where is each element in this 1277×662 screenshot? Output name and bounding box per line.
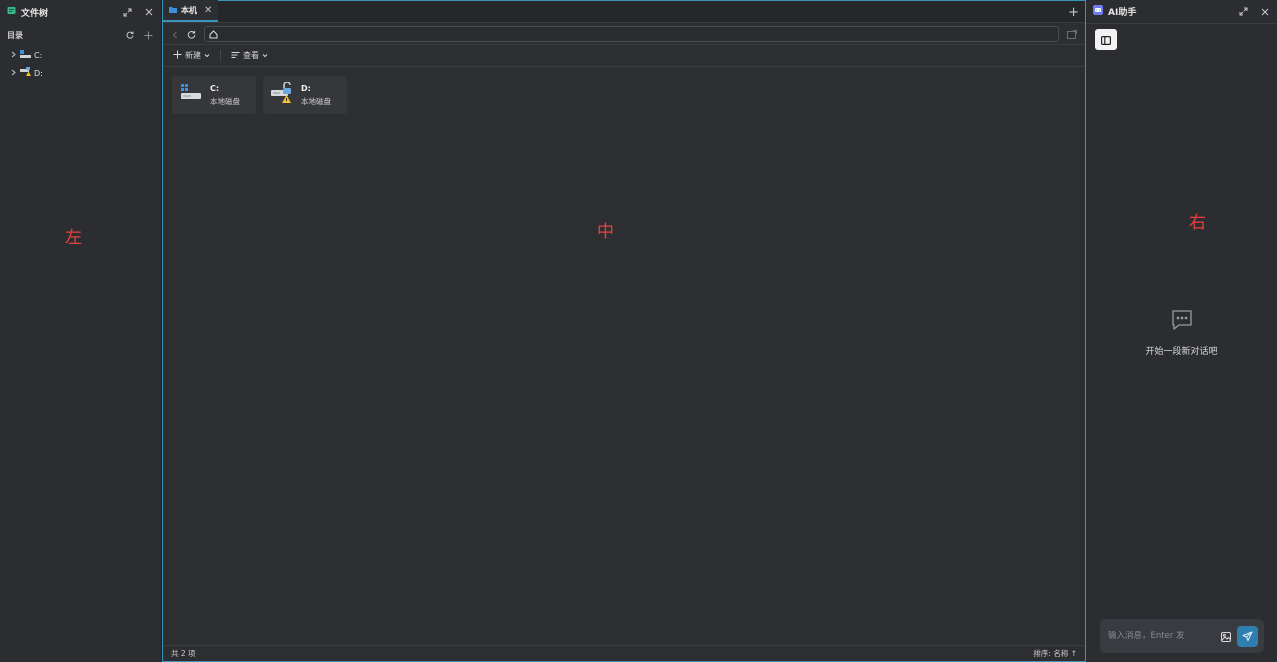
close-icon[interactable] <box>1259 6 1270 17</box>
toolbar-divider <box>220 50 221 61</box>
home-icon[interactable] <box>209 24 218 43</box>
drive-card-d[interactable]: D: 本地磁盘 <box>263 76 347 114</box>
expand-icon[interactable] <box>1238 6 1249 17</box>
file-tree-panel: 文件树 目录 C: D: 左 <box>0 0 162 662</box>
chat-bubble-icon <box>1170 308 1194 336</box>
new-button[interactable]: 新建 <box>173 50 210 61</box>
image-upload-icon[interactable] <box>1221 627 1231 646</box>
empty-chat-text: 开始一段新对话吧 <box>1145 347 1218 357</box>
zone-label-left: 左 <box>65 228 82 248</box>
sidebar-icon <box>1101 30 1112 49</box>
send-icon <box>1242 627 1253 646</box>
tree-panel-icon <box>7 6 16 18</box>
drive-name: C: <box>210 83 220 93</box>
tree-item-label: C: <box>34 50 43 60</box>
chevron-right-icon[interactable] <box>10 51 17 60</box>
tree-item-d-drive[interactable]: D: <box>0 64 161 82</box>
tab-label: 本机 <box>181 5 197 15</box>
ai-assistant-header: AI助手 <box>1086 0 1277 24</box>
file-tree-title-wrap: 文件树 <box>7 6 122 19</box>
directory-label: 目录 <box>7 30 23 40</box>
folder-icon <box>169 6 177 15</box>
drive-text: D: 本地磁盘 <box>301 84 331 107</box>
explorer-panel: 本机 ✕ + 新建 查看 C: 本地磁盘 D: 本地磁盘 中 共 2 项 排序:… <box>162 0 1086 662</box>
system-drive-icon <box>20 49 31 61</box>
tab-close-icon[interactable]: ✕ <box>204 5 212 16</box>
new-label: 新建 <box>185 51 201 60</box>
drive-card-c[interactable]: C: 本地磁盘 <box>172 76 256 114</box>
close-icon[interactable] <box>143 7 154 18</box>
refresh-icon[interactable] <box>124 30 135 41</box>
view-button[interactable]: 查看 <box>231 50 268 61</box>
drive-name: D: <box>301 83 311 93</box>
system-drive-icon <box>180 83 202 107</box>
locked-drive-icon <box>271 81 293 108</box>
tab-bar: 本机 ✕ + <box>163 0 1085 23</box>
send-button[interactable] <box>1237 625 1258 647</box>
tree-item-label: D: <box>34 68 43 78</box>
view-label: 查看 <box>243 51 259 60</box>
zone-label-right: 右 <box>1189 213 1206 233</box>
zone-label-center: 中 <box>597 222 614 242</box>
locked-drive-icon <box>20 67 31 79</box>
new-tab-icon[interactable]: + <box>1068 5 1079 20</box>
ai-assistant-panel: AI助手 右 开始一段新对话吧 <box>1086 0 1277 662</box>
open-external-icon[interactable] <box>1067 24 1077 43</box>
explorer-toolbar: 新建 查看 <box>163 45 1085 67</box>
app-window: 文件树 目录 C: D: 左 本机 ✕ + 新建 查看 C: 本地磁盘 D: 本… <box>0 0 1277 662</box>
tab-this-pc[interactable]: 本机 ✕ <box>163 0 219 22</box>
expand-icon[interactable] <box>122 7 133 18</box>
add-icon[interactable] <box>143 30 154 41</box>
drive-description: 本地磁盘 <box>301 96 331 106</box>
file-tree-title: 文件树 <box>21 8 49 19</box>
status-bar: 共 2 项 排序: 名称 ↑ <box>163 645 1085 661</box>
drive-text: C: 本地磁盘 <box>210 84 240 107</box>
chevron-right-icon[interactable] <box>10 69 17 78</box>
address-bar[interactable] <box>204 24 1059 43</box>
robot-icon <box>1093 5 1103 18</box>
back-icon[interactable] <box>171 24 179 43</box>
ai-assistant-title-wrap: AI助手 <box>1093 5 1238 18</box>
list-view-icon <box>231 51 240 61</box>
chat-input-box <box>1100 619 1264 653</box>
nav-bar <box>163 23 1085 45</box>
refresh-icon[interactable] <box>187 24 196 43</box>
drive-list: C: 本地磁盘 D: 本地磁盘 <box>172 76 347 114</box>
directory-section-header: 目录 <box>0 24 161 46</box>
chevron-down-icon <box>204 51 210 60</box>
sort-indicator[interactable]: 排序: 名称 ↑ <box>1033 648 1077 659</box>
file-tree-header: 文件树 <box>0 0 161 24</box>
ai-assistant-title: AI助手 <box>1108 8 1137 18</box>
item-count: 共 2 项 <box>171 649 196 658</box>
sidebar-toggle-button[interactable] <box>1095 29 1117 50</box>
empty-chat-state: 开始一段新对话吧 <box>1086 308 1277 357</box>
drive-description: 本地磁盘 <box>210 96 240 106</box>
chevron-down-icon <box>262 51 268 60</box>
tree-item-c-drive[interactable]: C: <box>0 46 161 64</box>
plus-icon <box>173 50 182 61</box>
chat-message-input[interactable] <box>1108 631 1221 641</box>
